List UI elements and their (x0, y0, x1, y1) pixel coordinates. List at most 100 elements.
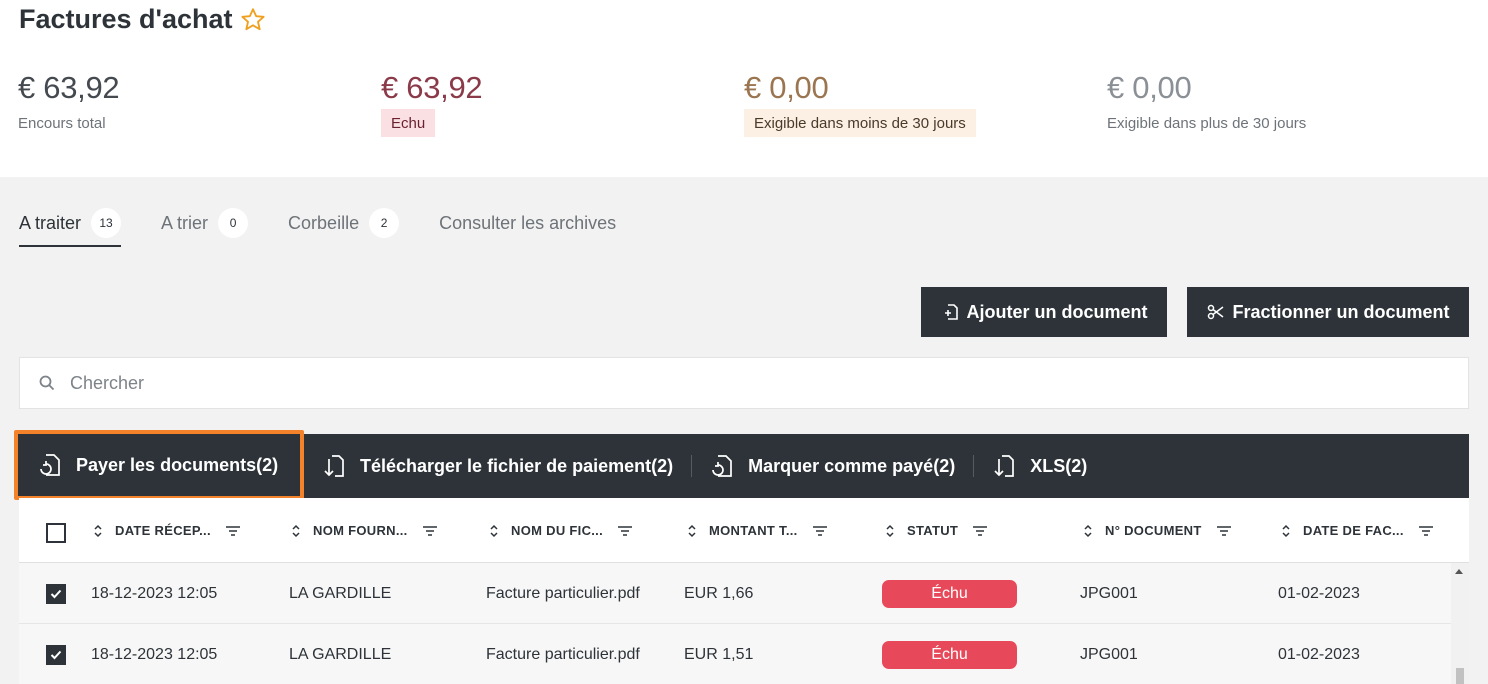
cell-reception-date: 18-12-2023 12:05 (91, 584, 218, 602)
column-header-label: STATUT (907, 523, 959, 538)
column-header-label: N° DOCUMENT (1105, 523, 1202, 538)
column-header[interactable]: MONTANT T... (687, 498, 828, 563)
file-pay-icon (38, 452, 62, 478)
sort-icon[interactable] (489, 524, 499, 538)
column-header-label: NOM DU FIC... (511, 523, 604, 538)
sort-icon[interactable] (93, 524, 103, 538)
tab-label: Consulter les archives (439, 212, 617, 233)
table-header: DATE RÉCEP... NOM FOURN... NOM DU FIC...… (19, 498, 1469, 563)
sort-icon[interactable] (1083, 524, 1093, 538)
cell-reception-date: 18-12-2023 12:05 (91, 645, 218, 663)
pay-documents-button[interactable]: Payer les documents(2) (14, 430, 304, 500)
bulk-action-bar: Payer les documents(2) Télécharger le fi… (14, 430, 1469, 500)
page-title-text: Factures d'achat (19, 4, 233, 34)
bulk-actions-group: Télécharger le fichier de paiement(2) Ma… (304, 434, 1105, 498)
file-download-icon (322, 453, 346, 479)
sort-icon[interactable] (687, 524, 697, 538)
summary-panel: Factures d'achat € 63,92 Encours total €… (0, 0, 1488, 177)
mark-paid-label: Marquer comme payé(2) (748, 455, 956, 476)
kpi-due-later[interactable]: € 0,00 Exigible dans plus de 30 jours (1107, 70, 1306, 132)
check-icon (50, 650, 62, 660)
tab-count-badge: 13 (91, 208, 122, 238)
row-checkbox[interactable] (46, 645, 66, 665)
cell-invoice-date: 01-02-2023 (1278, 584, 1360, 602)
row-checkbox[interactable] (46, 584, 66, 604)
filter-icon[interactable] (1216, 525, 1232, 537)
export-xls-button[interactable]: XLS(2) (974, 434, 1105, 498)
kpi-overdue-amount: € 63,92 (381, 70, 483, 105)
cell-document-number: JPG001 (1080, 584, 1138, 602)
column-header[interactable]: STATUT (885, 498, 988, 563)
column-header-label: DATE RÉCEP... (115, 523, 211, 538)
pay-documents-label: Payer les documents(2) (76, 454, 279, 475)
kpi-due-later-amount: € 0,00 (1107, 70, 1192, 105)
tab-label: A traiter (19, 212, 82, 233)
cell-invoice-date: 01-02-2023 (1278, 645, 1360, 663)
cell-amount: EUR 1,51 (684, 645, 754, 663)
cell-file-name: Facture particulier.pdf (486, 584, 640, 602)
cell-document-number: JPG001 (1080, 645, 1138, 663)
star-outline-icon[interactable] (239, 6, 267, 34)
cell-supplier: LA GARDILLE (289, 645, 392, 663)
status-badge: Échu (882, 640, 1017, 669)
column-header-label: DATE DE FAC... (1303, 523, 1404, 538)
filter-icon[interactable] (972, 525, 988, 537)
mark-paid-button[interactable]: Marquer comme payé(2) (692, 434, 973, 498)
kpi-overdue[interactable]: € 63,92 Echu (381, 70, 483, 137)
kpi-due-soon-tag: Exigible dans moins de 30 jours (744, 109, 976, 137)
split-document-label: Fractionner un document (1232, 301, 1450, 322)
add-document-label: Ajouter un document (966, 301, 1148, 322)
filter-icon[interactable] (617, 525, 633, 537)
cell-amount: EUR 1,66 (684, 584, 754, 602)
column-header[interactable]: DATE RÉCEP... (93, 498, 241, 563)
split-document-button[interactable]: Fractionner un document (1187, 287, 1469, 337)
column-header[interactable]: N° DOCUMENT (1083, 498, 1232, 563)
add-document-button[interactable]: Ajouter un document (921, 287, 1167, 337)
kpi-total-amount: € 63,92 (18, 70, 120, 105)
tab-count-badge: 0 (218, 208, 249, 238)
table-scrollbar[interactable] (1451, 563, 1469, 684)
cell-supplier: LA GARDILLE (289, 584, 392, 602)
invoice-table: DATE RÉCEP... NOM FOURN... NOM DU FIC...… (19, 498, 1469, 684)
check-icon (50, 589, 62, 599)
download-payment-file-label: Télécharger le fichier de paiement(2) (360, 455, 674, 476)
kpi-total: € 63,92 Encours total (18, 70, 120, 132)
tab-a-trier[interactable]: A trier 0 (161, 204, 249, 242)
kpi-due-soon[interactable]: € 0,00 Exigible dans moins de 30 jours (744, 70, 976, 137)
tab-a-traiter[interactable]: A traiter 13 (19, 204, 122, 247)
filter-icon[interactable] (812, 525, 828, 537)
file-download-icon (992, 453, 1016, 479)
document-tabs: A traiter 13 A trier 0 Corbeille 2 Consu… (19, 204, 656, 247)
filter-icon[interactable] (422, 525, 438, 537)
select-all-checkbox[interactable] (46, 523, 66, 543)
search-input[interactable] (70, 372, 1370, 394)
sort-icon[interactable] (885, 524, 895, 538)
scroll-thumb[interactable] (1456, 668, 1464, 684)
filter-icon[interactable] (225, 525, 241, 537)
scroll-up-arrow-icon[interactable] (1455, 569, 1463, 574)
download-payment-file-button[interactable]: Télécharger le fichier de paiement(2) (304, 434, 691, 498)
sort-icon[interactable] (1281, 524, 1291, 538)
page-title: Factures d'achat (19, 4, 267, 35)
status-badge: Échu (882, 579, 1017, 608)
column-header[interactable]: NOM DU FIC... (489, 498, 633, 563)
filter-icon[interactable] (1418, 525, 1434, 537)
table-row[interactable]: 18-12-2023 12:05 LA GARDILLE Facture par… (19, 563, 1451, 624)
column-header[interactable]: NOM FOURN... (291, 498, 438, 563)
status-badge-cell: Échu (882, 624, 1017, 684)
column-header-label: NOM FOURN... (313, 523, 408, 538)
tab-archives[interactable]: Consulter les archives (439, 204, 616, 242)
file-pay-icon (710, 453, 734, 479)
table-row[interactable]: 18-12-2023 12:05 LA GARDILLE Facture par… (19, 624, 1451, 684)
export-xls-label: XLS(2) (1030, 455, 1088, 476)
kpi-due-soon-amount: € 0,00 (744, 70, 829, 105)
column-header-label: MONTANT T... (709, 523, 798, 538)
kpi-total-label: Encours total (18, 115, 106, 132)
tab-label: Corbeille (288, 212, 360, 233)
tab-count-badge: 2 (369, 208, 400, 238)
status-badge-cell: Échu (882, 563, 1017, 624)
sort-icon[interactable] (291, 524, 301, 538)
tab-label: A trier (161, 212, 209, 233)
column-header[interactable]: DATE DE FAC... (1281, 498, 1434, 563)
tab-corbeille[interactable]: Corbeille 2 (288, 204, 400, 242)
